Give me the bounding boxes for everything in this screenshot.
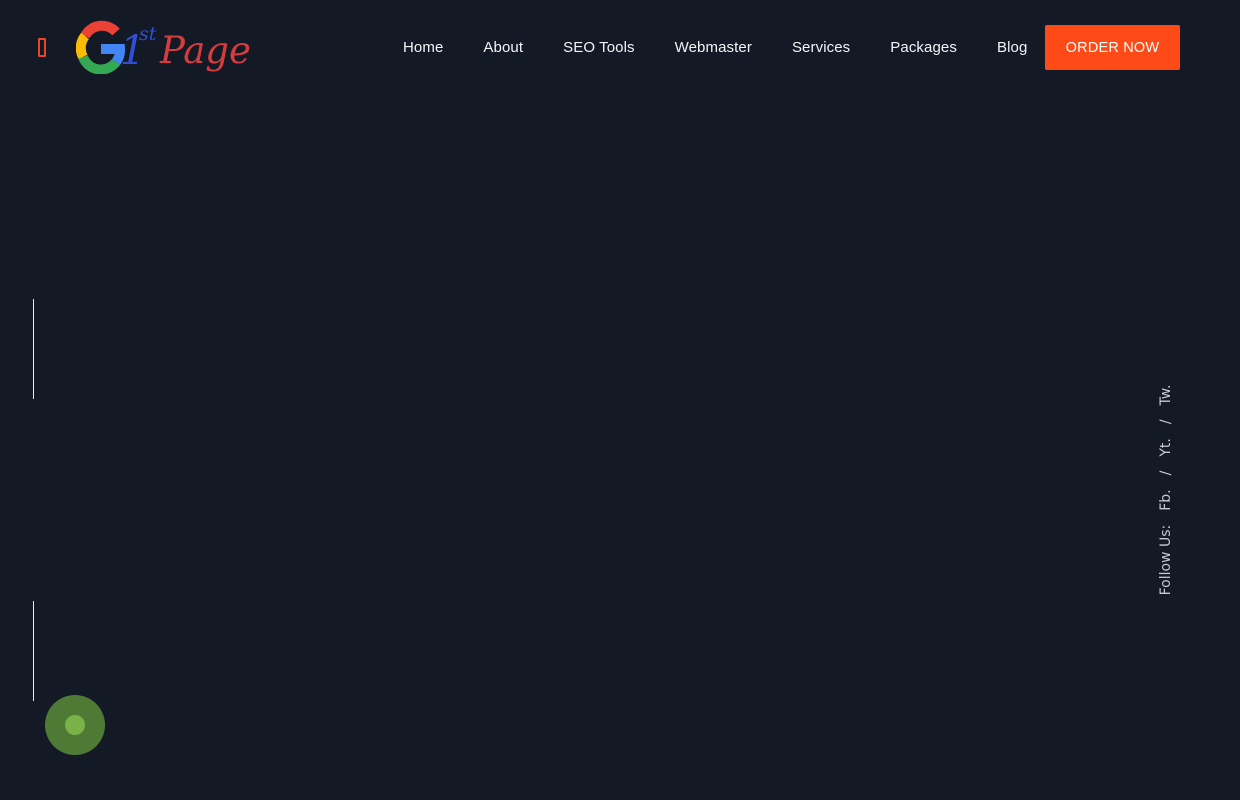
nav-services[interactable]: Services — [772, 39, 870, 56]
menu-icon[interactable] — [32, 34, 52, 60]
order-now-button[interactable]: ORDER NOW — [1045, 25, 1180, 70]
social-separator: / — [1158, 470, 1174, 476]
decorative-line-top — [33, 299, 34, 399]
social-separator: / — [1158, 419, 1174, 425]
site-logo[interactable]: 1 st Page — [76, 18, 252, 74]
site-header: 1 st Page Home About SEO Tools Webmaster… — [0, 0, 1240, 95]
decorative-line-bottom — [33, 601, 34, 701]
twitter-link[interactable]: Tw. — [1158, 385, 1174, 406]
main-nav: Home About SEO Tools Webmaster Services … — [383, 25, 1047, 70]
nav-blog[interactable]: Blog — [977, 39, 1047, 56]
menu-icon-glyph — [38, 37, 46, 57]
logo-superscript: st — [139, 23, 157, 45]
logo-graphic: 1 st Page — [76, 20, 251, 74]
nav-packages[interactable]: Packages — [870, 39, 977, 56]
logo-word: Page — [159, 29, 251, 72]
nav-home[interactable]: Home — [383, 39, 463, 56]
nav-webmaster[interactable]: Webmaster — [655, 39, 772, 56]
floating-action-button[interactable] — [45, 695, 105, 755]
social-follow: Follow Us: Fb. / Yt. / Tw. — [1158, 385, 1174, 596]
follow-label: Follow Us: — [1158, 524, 1174, 596]
nav-about[interactable]: About — [463, 39, 543, 56]
nav-seo-tools[interactable]: SEO Tools — [543, 39, 655, 56]
youtube-link[interactable]: Yt. — [1158, 438, 1174, 457]
circle-dot-icon — [65, 715, 85, 735]
facebook-link[interactable]: Fb. — [1158, 489, 1174, 510]
